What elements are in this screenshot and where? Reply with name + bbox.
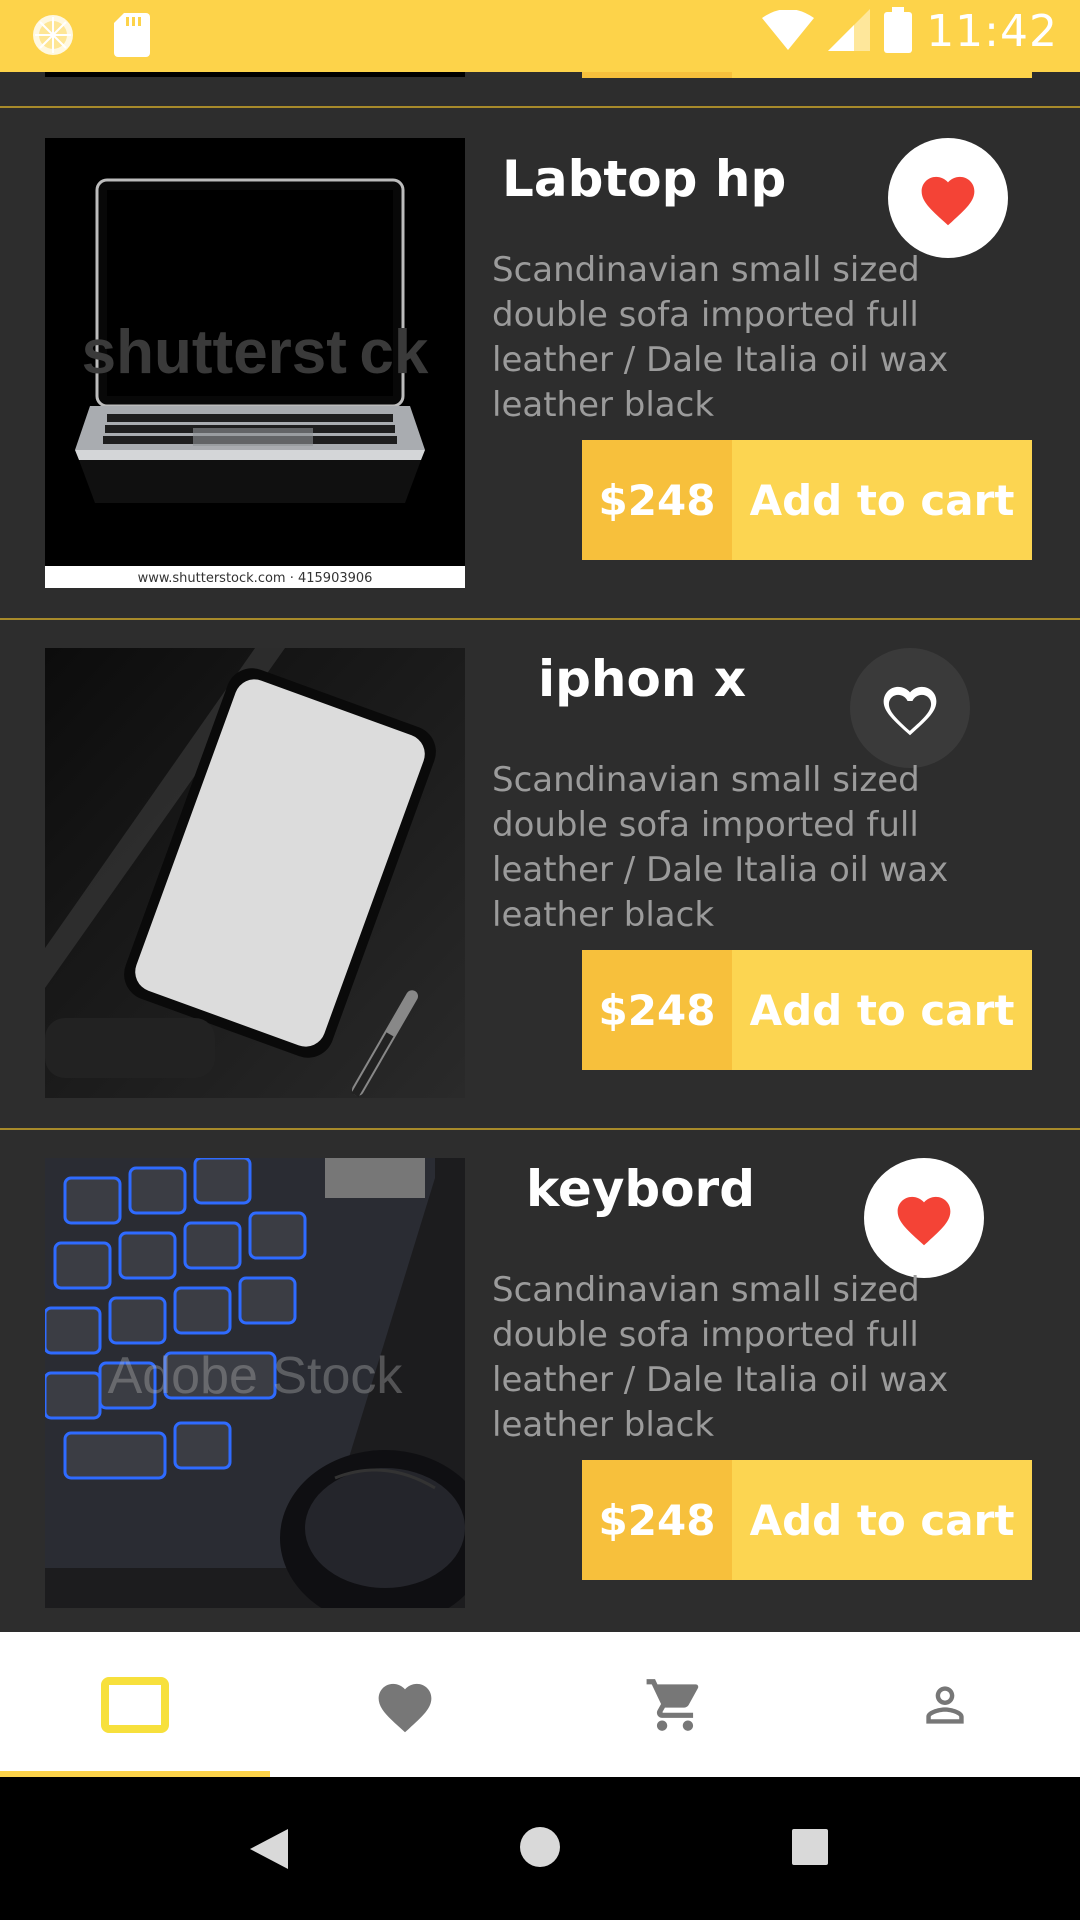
add-to-cart-button[interactable]: $248 Add to cart	[582, 440, 1032, 560]
product-card[interactable]: shutterst ck www.shutterstock.com · 4159…	[0, 108, 1080, 618]
nav-tab-favorites[interactable]	[270, 1632, 540, 1777]
heart-outline-icon	[883, 686, 937, 736]
price-label: $248	[582, 1460, 732, 1580]
previous-card-tail	[0, 72, 1080, 108]
add-to-cart-label: Add to cart	[749, 1495, 1015, 1545]
sd-card-icon	[114, 13, 150, 61]
recents-icon[interactable]	[792, 1829, 828, 1865]
favorite-button[interactable]	[850, 648, 970, 768]
price-label: $248	[582, 440, 732, 560]
slice-icon	[30, 12, 76, 62]
add-to-cart-button[interactable]: $248 Add to cart	[582, 1460, 1032, 1580]
product-image-keyboard[interactable]: Adobe Stock	[45, 1158, 465, 1608]
favorite-button[interactable]	[864, 1158, 984, 1278]
nav-tab-cart[interactable]	[540, 1632, 810, 1777]
adobe-stock-watermark: Adobe Stock	[108, 1347, 404, 1405]
nav-tab-profile[interactable]	[810, 1632, 1080, 1777]
heart-filled-icon	[921, 176, 975, 226]
product-image-phone[interactable]	[45, 648, 465, 1098]
product-title: Labtop hp	[502, 150, 787, 208]
laptop-icon	[101, 1676, 169, 1733]
nav-tab-products[interactable]	[0, 1632, 270, 1777]
add-to-cart-label: Add to cart	[749, 475, 1015, 525]
heart-icon	[378, 1683, 432, 1732]
person-icon	[926, 1685, 964, 1724]
wifi-icon	[762, 8, 815, 54]
product-title: keybord	[526, 1160, 756, 1218]
system-navigation-bar	[0, 1777, 1080, 1920]
shutterstock-watermark: shutterst ck	[82, 318, 429, 387]
clock: 11:42	[926, 6, 1058, 57]
status-bar: 11:42	[0, 0, 1080, 72]
product-description: Scandinavian small sized double sofa imp…	[492, 250, 949, 425]
add-to-cart-button[interactable]: $248 Add to cart	[582, 950, 1032, 1070]
product-title: iphon x	[538, 650, 747, 708]
heart-filled-icon	[897, 1196, 951, 1246]
product-list[interactable]: shutterst ck www.shutterstock.com · 4159…	[0, 72, 1080, 1632]
product-description: Scandinavian small sized double sofa imp…	[492, 760, 949, 935]
bottom-navigation	[0, 1632, 1080, 1777]
favorite-button[interactable]	[888, 138, 1008, 258]
home-icon[interactable]	[520, 1827, 560, 1867]
battery-icon	[884, 6, 913, 57]
price-label: $248	[582, 950, 732, 1070]
product-card[interactable]: Adobe Stock keybord Scandinavian small s…	[0, 1128, 1080, 1632]
image-caption: www.shutterstock.com · 415903906	[138, 571, 373, 586]
add-to-cart-label: Add to cart	[749, 985, 1015, 1035]
product-image-laptop[interactable]: shutterst ck www.shutterstock.com · 4159…	[45, 138, 465, 588]
product-card[interactable]: iphon x Scandinavian small sized double …	[0, 618, 1080, 1128]
cart-icon	[646, 1678, 699, 1731]
product-description: Scandinavian small sized double sofa imp…	[492, 1270, 949, 1445]
signal-icon	[828, 8, 871, 55]
back-icon[interactable]	[250, 1829, 288, 1869]
